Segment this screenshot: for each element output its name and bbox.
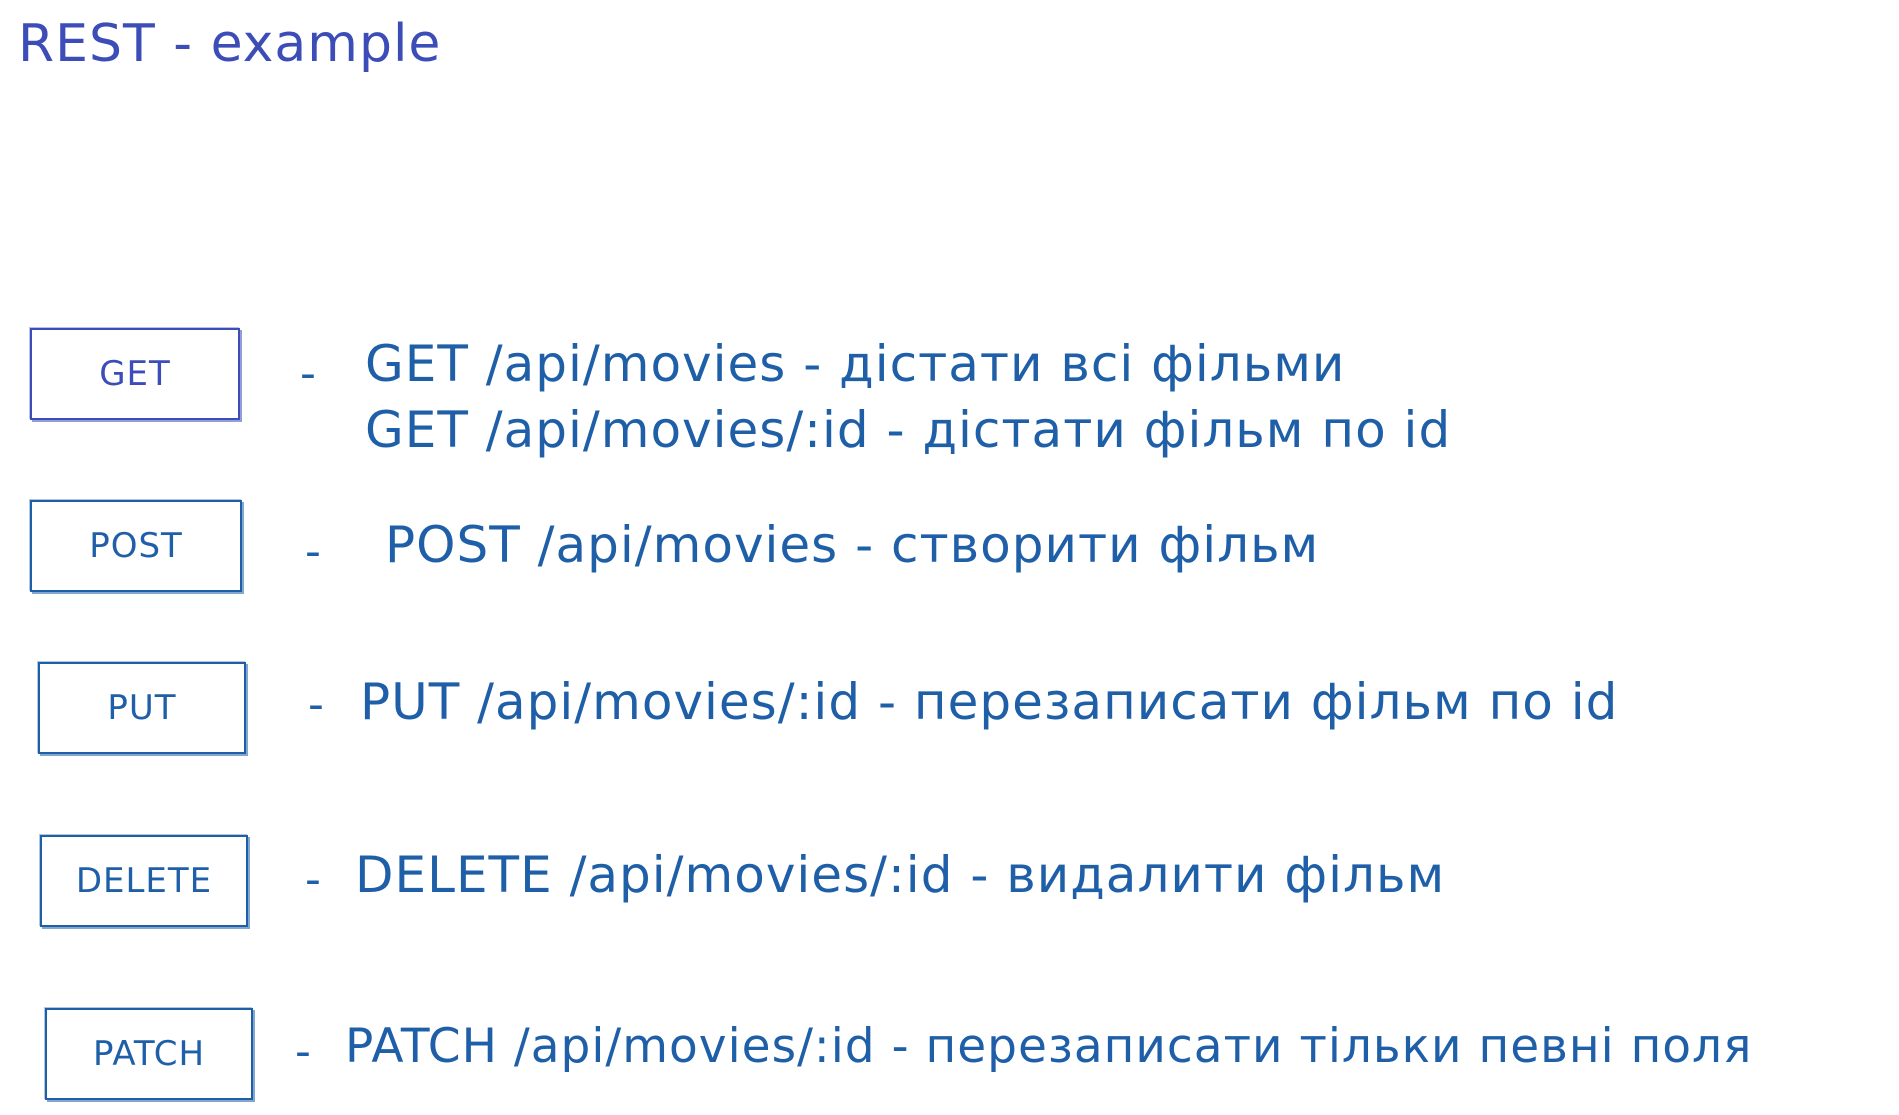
method-box-put: PUT (38, 662, 246, 754)
description-get-by-id: GET /api/movies/:id - дістати фільм по i… (365, 401, 1452, 459)
description-put: PUT /api/movies/:id - перезаписати фільм… (360, 673, 1619, 731)
method-box-get: GET (30, 328, 240, 420)
method-box-post: POST (30, 500, 242, 592)
separator-post: - (305, 526, 321, 577)
separator-delete: - (305, 854, 321, 905)
method-box-patch: PATCH (45, 1008, 253, 1100)
description-delete: DELETE /api/movies/:id - видалити фільм (355, 846, 1446, 904)
description-patch: PATCH /api/movies/:id - перезаписати тіл… (345, 1019, 1753, 1074)
description-post: POST /api/movies - створити фільм (385, 516, 1320, 574)
diagram-title: REST - example (18, 14, 442, 74)
description-get-list: GET /api/movies - дістати всі фільми (365, 335, 1346, 393)
separator-get: - (300, 348, 316, 399)
separator-put: - (308, 679, 324, 730)
method-box-delete: DELETE (40, 835, 248, 927)
separator-patch: - (295, 1026, 311, 1077)
